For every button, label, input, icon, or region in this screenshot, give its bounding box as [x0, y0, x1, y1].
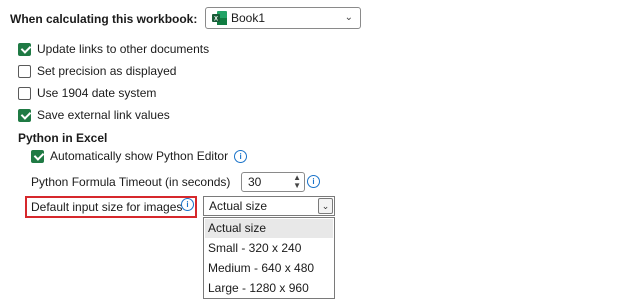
option-label: Save external link values — [37, 108, 170, 122]
info-icon[interactable]: i — [234, 149, 248, 163]
info-icon[interactable]: i — [307, 175, 320, 188]
checkbox[interactable] — [18, 86, 31, 100]
dropdown-option[interactable]: Large - 1280 x 960 — [205, 279, 333, 298]
excel-icon: X — [212, 11, 227, 25]
spin-down-icon[interactable]: ▼ — [293, 182, 301, 190]
dropdown-option[interactable]: Medium - 640 x 480 — [205, 259, 333, 278]
timeout-value: 30 — [248, 175, 262, 189]
option-auto-python-editor[interactable]: Automatically show Python Editor i — [31, 147, 248, 165]
timeout-stepper[interactable]: 30 ▲ ▼ — [241, 172, 305, 192]
option-label: Use 1904 date system — [37, 86, 157, 100]
option-save-external[interactable]: Save external link values — [18, 106, 170, 124]
input-size-dropdown[interactable]: Actual size ⌄ — [203, 196, 335, 216]
timeout-label: Python Formula Timeout (in seconds) — [31, 175, 231, 189]
workbook-label-text: When calculating this workbook: — [10, 12, 198, 26]
input-size-selected: Actual size — [209, 199, 268, 213]
info-icon[interactable]: i — [181, 198, 194, 211]
option-set-precision[interactable]: Set precision as displayed — [18, 62, 176, 80]
dropdown-option[interactable]: Small - 320 x 240 — [205, 239, 333, 258]
option-1904-date[interactable]: Use 1904 date system — [18, 84, 156, 102]
option-update-links[interactable]: Update links to other documents — [18, 40, 209, 58]
workbook-dropdown[interactable]: X Book1 ⌄ — [205, 7, 361, 29]
chevron-down-icon: ⌄ — [344, 12, 353, 23]
checkbox[interactable] — [18, 108, 31, 122]
workbook-selected: Book1 — [231, 11, 266, 25]
checkbox[interactable] — [18, 42, 31, 56]
python-heading: Python in Excel — [18, 131, 108, 145]
input-size-options-list: Actual size Small - 320 x 240 Medium - 6… — [203, 217, 335, 299]
svg-text:X: X — [214, 17, 218, 23]
option-label: Automatically show Python Editor — [50, 149, 229, 163]
checkbox[interactable] — [18, 64, 31, 78]
chevron-down-icon[interactable]: ⌄ — [318, 198, 333, 214]
option-label: Update links to other documents — [37, 42, 210, 56]
input-size-label: Default input size for images — [31, 200, 183, 214]
checkbox[interactable] — [31, 149, 44, 163]
dropdown-option[interactable]: Actual size — [205, 219, 333, 238]
option-label: Set precision as displayed — [37, 64, 177, 78]
